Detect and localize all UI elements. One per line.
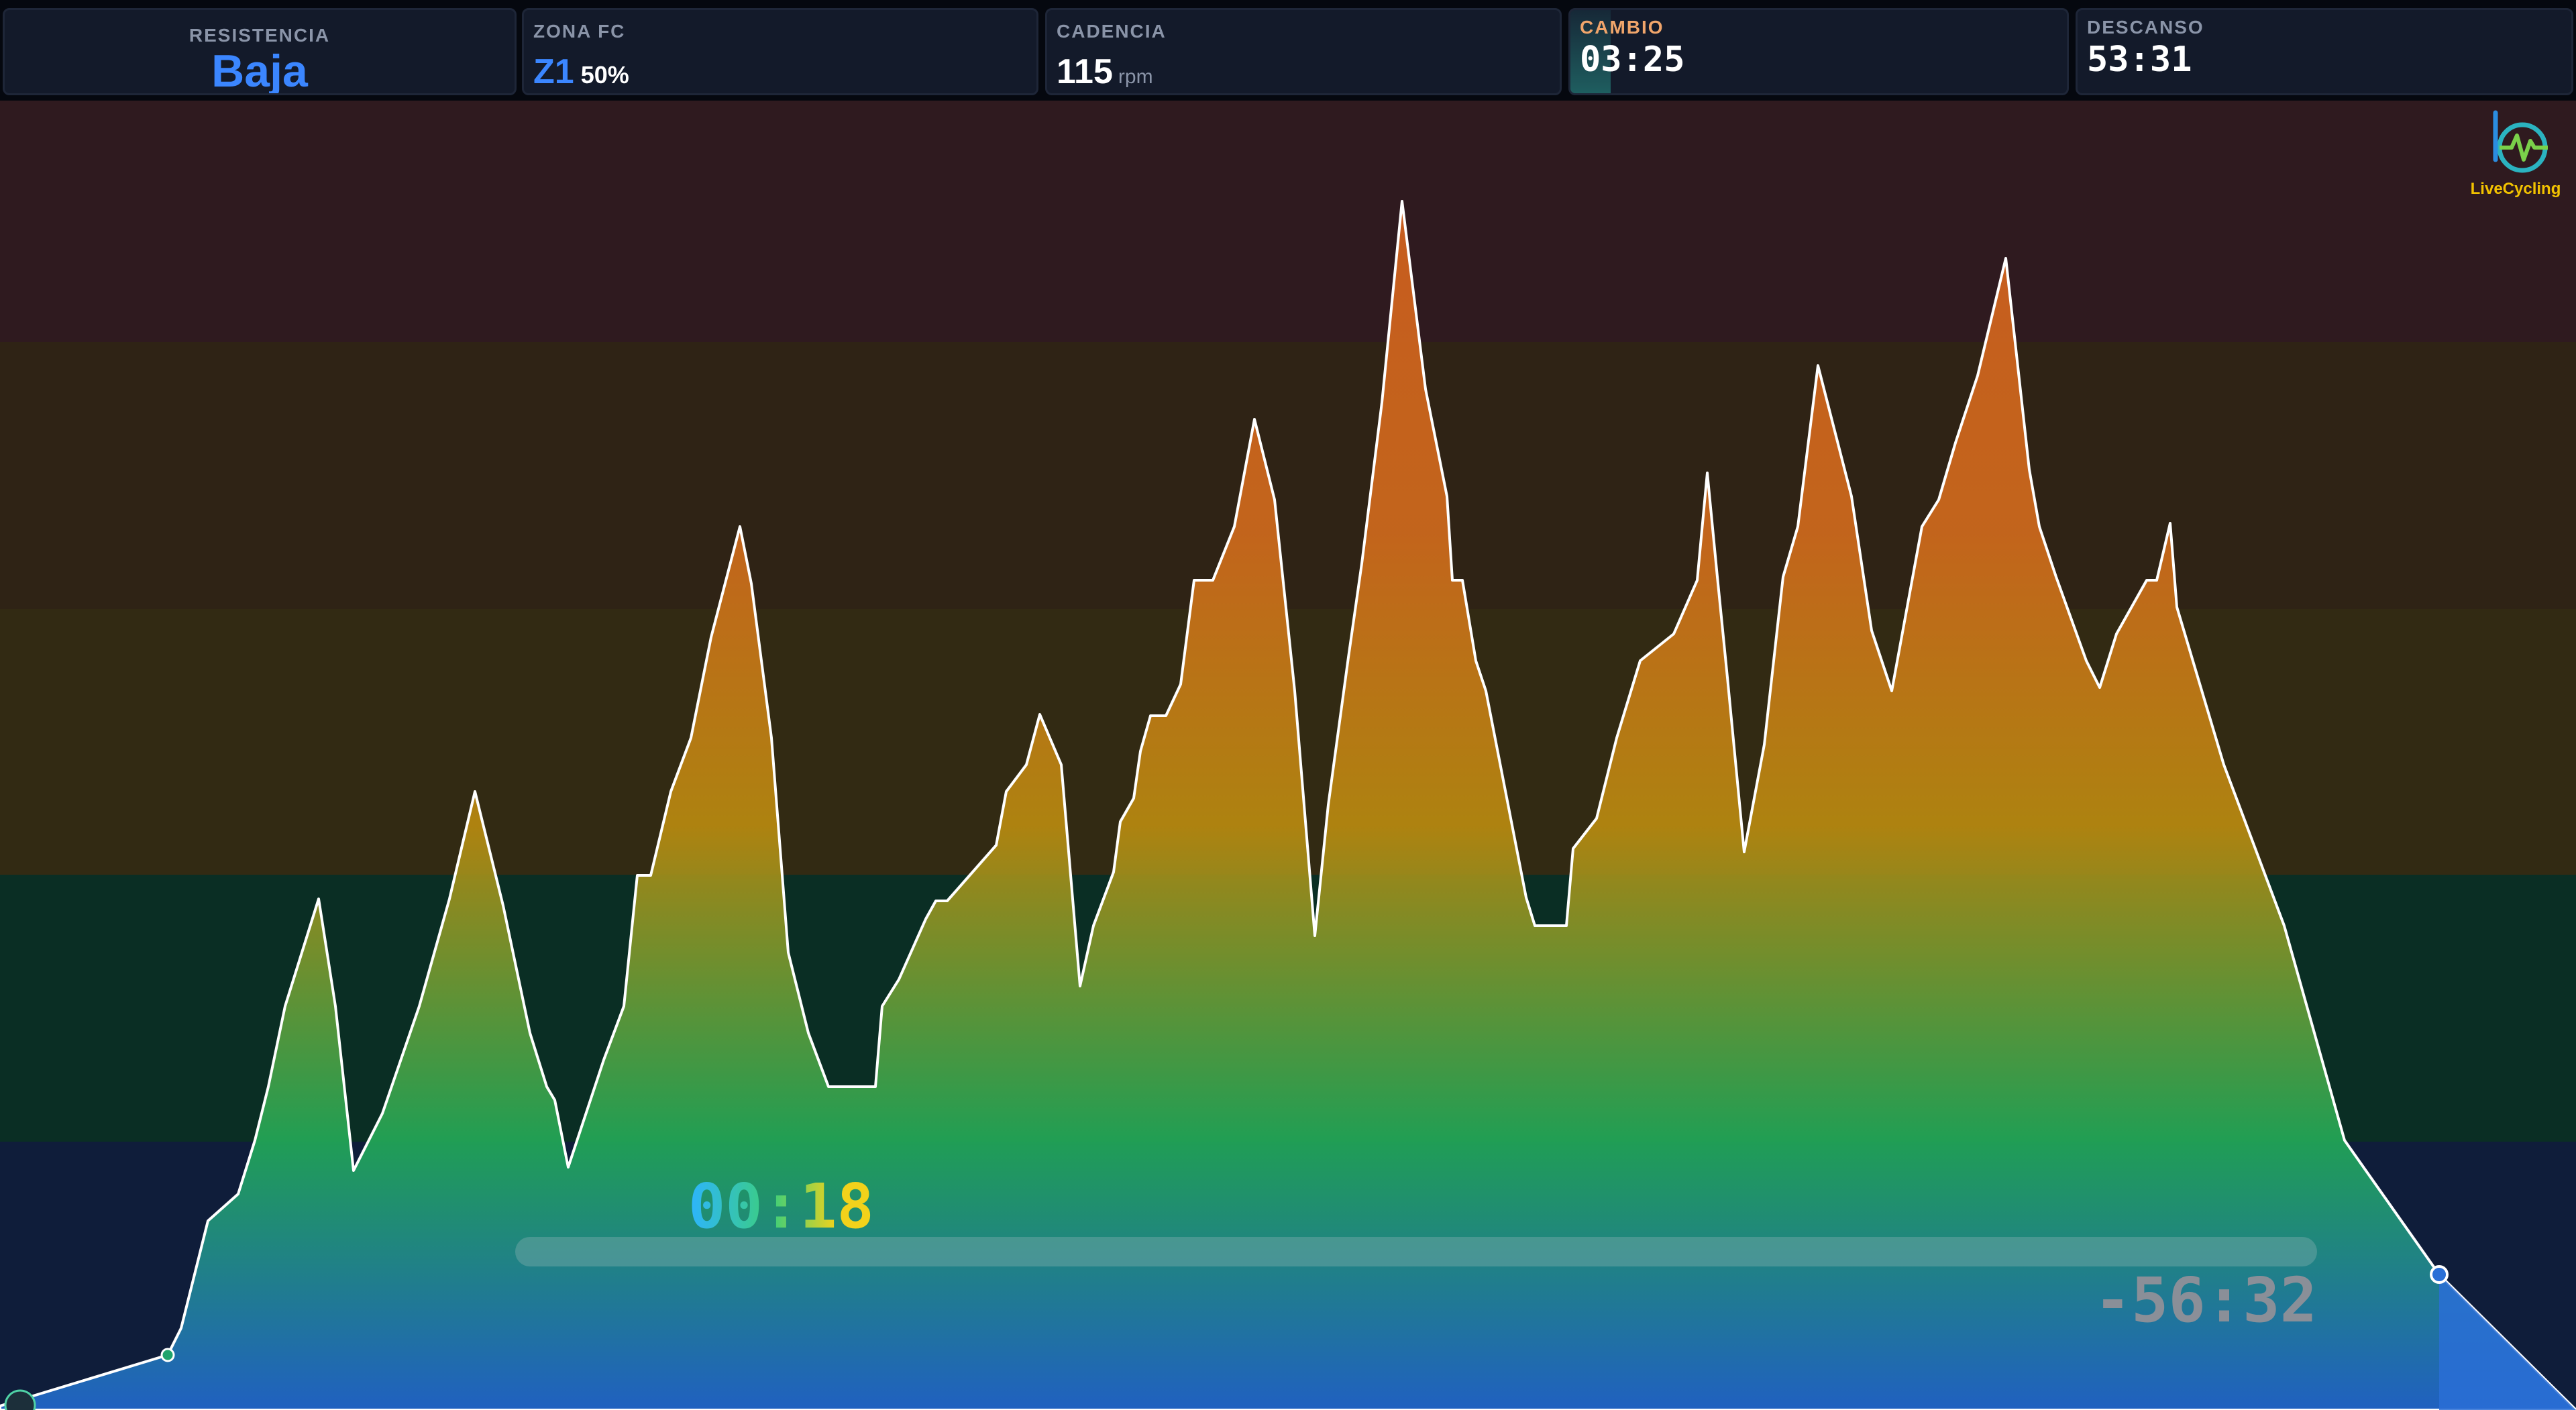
cadence-card: CADENCIA 115 rpm	[1045, 8, 1562, 95]
position-marker	[2430, 1265, 2449, 1284]
cadence-value-row: 115 rpm	[1057, 52, 1153, 92]
change-card: CAMBIO 03:25	[1568, 8, 2069, 95]
rest-timer: 53:31	[2087, 40, 2192, 80]
hr-zone-value: Z1	[533, 52, 574, 91]
metrics-bar: RESISTENCIA Baja ZONA FC Z1 50% CADENCIA …	[0, 0, 2576, 101]
cadence-value: 115	[1057, 52, 1113, 91]
rest-card: DESCANSO 53:31	[2076, 8, 2573, 95]
rider-avatar-icon	[4, 1389, 36, 1410]
hr-zone-card: ZONA FC Z1 50%	[522, 8, 1038, 95]
change-timer: 03:25	[1580, 40, 1685, 80]
resistance-card: RESISTENCIA Baja	[3, 8, 517, 95]
cadence-unit: rpm	[1118, 66, 1153, 88]
session-progress-bar	[515, 1237, 2317, 1266]
hr-zone-label: ZONA FC	[533, 21, 626, 42]
change-label: CAMBIO	[1580, 17, 1664, 38]
zone-band-5	[0, 101, 2576, 342]
hr-zone-value-row: Z1 50%	[533, 52, 629, 92]
start-marker	[160, 1348, 175, 1362]
zone-band-4	[0, 342, 2576, 609]
cadence-label: CADENCIA	[1057, 21, 1167, 42]
remaining-timer: -56:32	[2094, 1264, 2317, 1336]
elapsed-timer: 00:18	[688, 1171, 874, 1242]
ride-profile-chart	[0, 101, 2576, 1410]
rest-label: DESCANSO	[2087, 17, 2204, 38]
resistance-label: RESISTENCIA	[189, 25, 331, 46]
resistance-value: Baja	[211, 46, 308, 95]
logo-text: LiveCycling	[2470, 180, 2561, 198]
hr-zone-percent: 50%	[580, 61, 629, 89]
